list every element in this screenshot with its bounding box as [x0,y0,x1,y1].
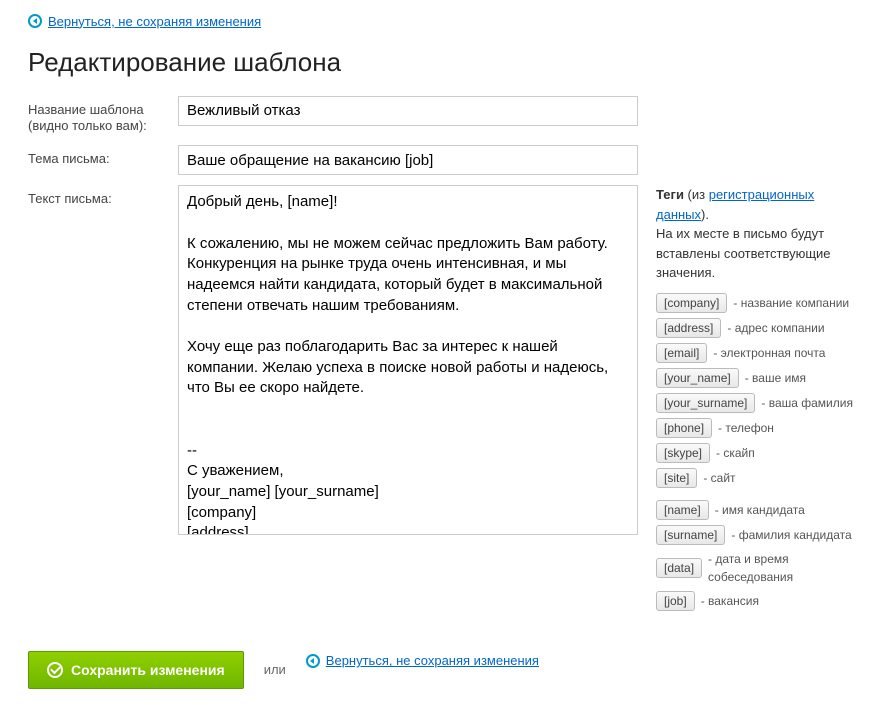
body-textarea[interactable] [178,185,638,535]
tags-panel: Теги (из регистрационных данных). На их … [656,185,864,623]
tag-description: - телефон [718,419,774,437]
tag-row: [site] - сайт [656,468,864,488]
body-label: Текст письма: [28,185,178,208]
tag-insert-button[interactable]: [name] [656,500,709,520]
tag-insert-button[interactable]: [site] [656,468,697,488]
tag-insert-button[interactable]: [address] [656,318,721,338]
subject-input[interactable] [178,145,638,175]
tag-insert-button[interactable]: [email] [656,343,707,363]
tag-description: - дата и время собеседования [708,550,864,586]
tag-row: [email] - электронная почта [656,343,864,363]
tag-row: [surname] - фамилия кандидата [656,525,864,545]
tag-description: - скайп [716,444,755,462]
template-name-input[interactable] [178,96,638,126]
tag-insert-button[interactable]: [job] [656,591,695,611]
tag-description: - адрес компании [727,319,824,337]
cancel-link[interactable]: Вернуться, не сохраняя изменения [306,653,539,668]
tag-description: - электронная почта [713,344,825,362]
tag-row: [skype] - скайп [656,443,864,463]
tag-insert-button[interactable]: [your_name] [656,368,739,388]
save-button-label: Сохранить изменения [71,662,225,678]
check-icon [47,662,63,678]
tag-row: [job] - вакансия [656,591,864,611]
back-arrow-icon [28,14,42,28]
back-link-top[interactable]: Вернуться, не сохраняя изменения [28,14,261,29]
tag-row: [address] - адрес компании [656,318,864,338]
tag-description: - ваше имя [745,369,806,387]
tag-row: [phone] - телефон [656,418,864,438]
tag-insert-button[interactable]: [your_surname] [656,393,755,413]
tag-row: [data] - дата и время собеседования [656,550,864,586]
tag-row: [name] - имя кандидата [656,500,864,520]
template-name-label: Название шаблона (видно только вам): [28,96,178,136]
tag-description: - вакансия [701,592,759,610]
tag-description: - имя кандидата [715,501,805,519]
tag-insert-button[interactable]: [company] [656,293,727,313]
back-link-label[interactable]: Вернуться, не сохраняя изменения [48,14,261,29]
tag-description: - фамилия кандидата [731,526,851,544]
tag-insert-button[interactable]: [surname] [656,525,725,545]
tag-insert-button[interactable]: [phone] [656,418,712,438]
tag-row: [your_name] - ваше имя [656,368,864,388]
back-arrow-icon [306,654,320,668]
tag-insert-button[interactable]: [data] [656,558,702,578]
tags-intro-line2: На их месте в письмо будут вставлены соо… [656,226,831,280]
cancel-link-label[interactable]: Вернуться, не сохраняя изменения [326,653,539,668]
tag-description: - сайт [703,469,735,487]
tag-row: [company] - название компании [656,293,864,313]
tag-description: - название компании [733,294,849,312]
tags-heading: Теги [656,187,684,202]
or-label: или [264,662,286,677]
page-title: Редактирование шаблона [28,47,864,78]
save-button[interactable]: Сохранить изменения [28,651,244,689]
tag-insert-button[interactable]: [skype] [656,443,710,463]
subject-label: Тема письма: [28,145,178,168]
tag-description: - ваша фамилия [761,394,853,412]
tag-row: [your_surname] - ваша фамилия [656,393,864,413]
